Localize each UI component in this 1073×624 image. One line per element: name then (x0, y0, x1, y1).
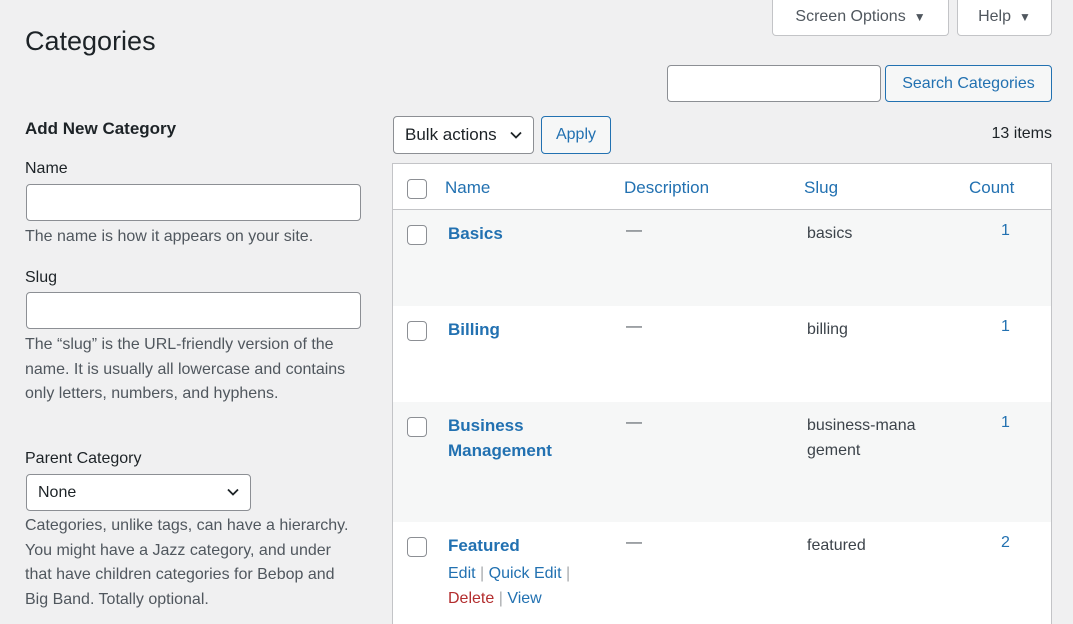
name-help-text: The name is how it appears on your site. (25, 228, 314, 245)
category-name-link[interactable]: Featured (448, 533, 598, 558)
dropdown-arrow-icon: ▼ (913, 9, 926, 24)
select-all-checkbox[interactable] (407, 179, 427, 199)
category-count-link[interactable]: 1 (1001, 318, 1010, 336)
item-count: 13 items (991, 125, 1052, 142)
bulk-actions-select[interactable]: Bulk actions (393, 116, 534, 154)
chevron-down-icon (510, 131, 522, 139)
delete-link[interactable]: Delete (448, 590, 494, 607)
table-row: Business Management — business-managemen… (393, 402, 1051, 522)
category-slug: business-management (807, 417, 916, 459)
column-header-description[interactable]: Description (624, 178, 709, 198)
category-name-link[interactable]: Billing (448, 317, 598, 342)
parent-category-help-text: Categories, unlike tags, can have a hier… (25, 517, 349, 608)
name-label: Name (25, 160, 68, 177)
table-header: Name Description Slug Count (393, 164, 1051, 210)
category-description: — (626, 414, 642, 431)
help-button[interactable]: Help ▼ (957, 0, 1052, 36)
row-actions-separator: | (480, 565, 485, 582)
slug-label: Slug (25, 269, 58, 286)
category-count-link[interactable]: 2 (1001, 534, 1010, 552)
quick-edit-link[interactable]: Quick Edit (489, 565, 562, 582)
row-actions-separator: | (498, 589, 503, 607)
category-count-link[interactable]: 1 (1001, 414, 1010, 432)
parent-category-label: Parent Category (25, 450, 142, 467)
category-description: — (626, 318, 642, 335)
category-description: — (626, 534, 642, 551)
apply-button[interactable]: Apply (541, 116, 611, 154)
category-count-link[interactable]: 1 (1001, 222, 1010, 240)
categories-page: Screen Options ▼ Help ▼ Categories Searc… (0, 0, 1073, 624)
name-input[interactable] (26, 184, 361, 221)
page-title: Categories (25, 26, 156, 56)
parent-category-select[interactable]: None (26, 474, 251, 511)
table-row: Featured — featured 2 Edit | Quick Edit … (393, 522, 1051, 624)
row-checkbox[interactable] (407, 537, 427, 557)
add-new-category-heading: Add New Category (25, 119, 177, 138)
slug-help-text: The “slug” is the URL-friendly version o… (25, 336, 346, 402)
row-checkbox[interactable] (407, 417, 427, 437)
categories-table: Name Description Slug Count Basics — bas… (392, 163, 1052, 624)
table-row: Billing — billing 1 (393, 306, 1051, 402)
edit-link[interactable]: Edit (448, 565, 476, 582)
column-header-slug[interactable]: Slug (804, 178, 838, 198)
row-actions-separator: | (566, 565, 571, 582)
category-name-link[interactable]: Business Management (448, 413, 578, 463)
search-input[interactable] (667, 65, 881, 102)
column-header-name[interactable]: Name (445, 178, 490, 198)
slug-input[interactable] (26, 292, 361, 329)
search-categories-button[interactable]: Search Categories (885, 65, 1052, 102)
row-actions: Edit | Quick Edit | Delete | View (448, 562, 608, 611)
category-description: — (626, 222, 642, 239)
table-row: Basics — basics 1 (393, 210, 1051, 306)
screen-options-button[interactable]: Screen Options ▼ (772, 0, 949, 36)
column-header-count[interactable]: Count (969, 178, 1014, 198)
bulk-actions-value: Bulk actions (405, 125, 497, 144)
view-link[interactable]: View (507, 590, 541, 607)
category-slug: billing (807, 321, 848, 338)
category-name-link[interactable]: Basics (448, 221, 598, 246)
dropdown-arrow-icon: ▼ (1019, 9, 1031, 24)
screen-options-label: Screen Options (795, 7, 906, 25)
category-slug: featured (807, 537, 866, 554)
category-slug: basics (807, 225, 853, 242)
row-checkbox[interactable] (407, 321, 427, 341)
parent-category-value: None (38, 483, 77, 501)
help-label: Help (978, 7, 1011, 25)
row-checkbox[interactable] (407, 225, 427, 245)
chevron-down-icon (227, 488, 239, 496)
